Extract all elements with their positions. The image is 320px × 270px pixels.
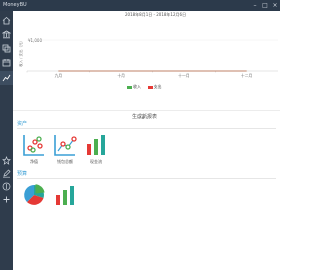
- close-button[interactable]: ×: [270, 0, 280, 11]
- category-divider: [17, 178, 276, 179]
- copy-icon[interactable]: [2, 44, 11, 53]
- income-expense-chart: 收入 / 支出（元） ¥1,000 九月 十月 十一月 十二月: [18, 38, 278, 78]
- report-section-title: 生成新报表: [132, 114, 158, 120]
- legend-expense-label: 支出: [153, 84, 162, 89]
- x-tick-label: 九月: [55, 73, 63, 78]
- window-title: MoneyBU: [3, 2, 27, 8]
- bank-icon[interactable]: [2, 30, 11, 39]
- y-axis-label: 收入 / 支出（元）: [18, 39, 23, 67]
- line-trend-icon: [54, 135, 77, 156]
- y-tick-label: ¥1,000: [28, 38, 42, 43]
- main-content: 2018年8月1日 - 2018年12月6日 收入 / 支出（元） ¥1,000…: [13, 11, 280, 270]
- bar-chart-icon: [87, 135, 105, 155]
- x-tick-label: 十月: [117, 73, 125, 78]
- report-tile-cashflow[interactable]: 现金流: [84, 133, 108, 164]
- sidebar: [0, 11, 13, 270]
- category-label-budget: 预算: [17, 171, 28, 177]
- x-tick-label: 十二月: [241, 73, 253, 78]
- tile-label: 钱包总额: [57, 159, 73, 164]
- title-bar: MoneyBU – □ ×: [0, 0, 280, 11]
- legend-income-label: 收入: [133, 84, 141, 89]
- legend-swatch-expense: [147, 85, 153, 89]
- x-tick-label: 十一月: [178, 73, 190, 78]
- chart-icon[interactable]: [2, 73, 11, 82]
- report-tile-budget-bars[interactable]: [53, 183, 77, 207]
- bar-chart-icon: [56, 186, 74, 205]
- home-icon[interactable]: [2, 16, 11, 25]
- star-icon[interactable]: [2, 156, 11, 165]
- category-label-assets: 资产: [17, 121, 28, 127]
- minimize-button[interactable]: –: [250, 0, 260, 11]
- calendar-icon[interactable]: [2, 58, 11, 67]
- tile-label: 现金流: [90, 159, 102, 164]
- legend-swatch-income: [127, 85, 132, 89]
- edit-icon[interactable]: [2, 169, 11, 178]
- maximize-button[interactable]: □: [260, 0, 270, 11]
- report-tile-budget-pie[interactable]: [22, 183, 46, 207]
- tile-label: 净值: [30, 159, 38, 164]
- dollar-icon[interactable]: [2, 182, 11, 191]
- report-tile-wallet-total[interactable]: 钱包总额: [53, 133, 77, 164]
- chart-legend: 收入 支出: [127, 84, 162, 90]
- category-divider: [17, 128, 276, 129]
- pie-chart-icon: [24, 184, 45, 205]
- report-tile-networth[interactable]: 净值: [22, 133, 46, 164]
- section-divider: [13, 110, 280, 111]
- x-tick-labels: 九月 十月 十一月 十二月: [26, 71, 253, 78]
- plus-icon[interactable]: [2, 195, 11, 204]
- scatter-chart-icon: [23, 135, 44, 156]
